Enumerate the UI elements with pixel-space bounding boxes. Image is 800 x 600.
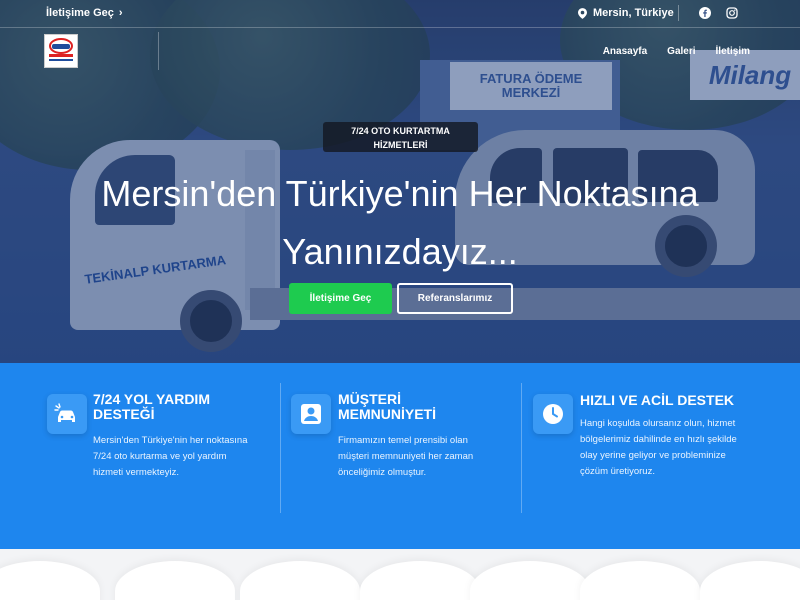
- hero-badge: 7/24 OTO KURTARTMA HİZMETLERİ: [323, 122, 478, 152]
- feature-text-line: müşteri memnuniyeti her zaman: [338, 451, 474, 462]
- nav-item-galeri[interactable]: Galeri: [667, 46, 695, 57]
- instagram-icon[interactable]: [726, 7, 738, 19]
- tow-truck-logo-icon: [49, 38, 73, 61]
- location: Mersin, Türkiye: [578, 7, 674, 19]
- hero-section: FATURA ÖDEME MERKEZİ Milang TEKİNALP KURT…: [0, 0, 800, 363]
- feature-fast-support: HIZLI VE ACİL DESTEK Hangi koşulda olurs…: [521, 363, 800, 549]
- clock-icon: [533, 394, 573, 434]
- feature-text-line: hizmeti vermekteyiz.: [93, 467, 180, 478]
- main-nav: Anasayfa Galeri İletişim: [603, 46, 750, 57]
- top-bar: İletişime Geç › Mersin, Türkiye: [0, 0, 800, 28]
- feature-title-line2: MEMNUNİYETİ: [338, 406, 436, 422]
- decorative-shape: [360, 561, 480, 600]
- top-contact-link[interactable]: İletişime Geç ›: [46, 7, 123, 19]
- decorative-shape: [240, 561, 360, 600]
- feature-text-line: çözüm üretiyoruz.: [580, 466, 655, 477]
- feature-text-line: Hangi koşulda olursanız olun, hizmet: [580, 418, 736, 429]
- decorative-shape: [700, 561, 800, 600]
- feature-text-line: Mersin'den Türkiye'nin her noktasına: [93, 435, 248, 446]
- hero-badge-line1: 7/24 OTO KURTARTMA: [351, 126, 450, 136]
- gallery-strip: [0, 549, 800, 600]
- feature-text-line: önceliğimiz olmuştur.: [338, 467, 427, 478]
- feature-title-line2: DESTEĞİ: [93, 406, 155, 422]
- feature-roadside-assistance: 7/24 YOL YARDIM DESTEĞİ Mersin'den Türki…: [0, 363, 280, 549]
- hero-headline-line2: Yanınızdayız...: [282, 231, 518, 272]
- top-contact-label: İletişime Geç: [46, 7, 114, 19]
- facebook-icon[interactable]: [699, 7, 711, 19]
- top-divider: [678, 5, 679, 21]
- feature-title-line1: MÜŞTERİ: [338, 391, 401, 407]
- hero-headline-line1: Mersin'den Türkiye'nin Her Noktasına: [101, 173, 699, 214]
- decorative-shape: [580, 561, 700, 600]
- nav-item-iletisim[interactable]: İletişim: [716, 46, 750, 57]
- references-button[interactable]: Referanslarımız: [397, 283, 513, 314]
- feature-text-line: Firmamızın temel prensibi olan: [338, 435, 468, 446]
- feature-customer-satisfaction: MÜŞTERİ MEMNUNİYETİ Firmamızın temel pre…: [280, 363, 521, 549]
- nav-item-anasayfa[interactable]: Anasayfa: [603, 46, 647, 57]
- hero-badge-line2: HİZMETLERİ: [373, 140, 428, 150]
- decorative-shape: [470, 561, 590, 600]
- car-crash-icon: [47, 394, 87, 434]
- decorative-shape: [115, 561, 235, 600]
- logo-divider: [158, 32, 159, 70]
- map-pin-icon: [578, 7, 587, 19]
- chevron-right-icon: ›: [118, 7, 123, 19]
- contact-button[interactable]: İletişime Geç: [289, 283, 392, 314]
- feature-text-line: olay yerine geliyor ve probleminize: [580, 450, 726, 461]
- feature-title-line1: HIZLI VE ACİL DESTEK: [580, 392, 735, 408]
- feature-title-line1: 7/24 YOL YARDIM: [93, 391, 210, 407]
- site-logo[interactable]: [44, 34, 78, 68]
- feature-text-line: 7/24 oto kurtarma ve yol yardım: [93, 451, 227, 462]
- features-section: 7/24 YOL YARDIM DESTEĞİ Mersin'den Türki…: [0, 363, 800, 549]
- decorative-shape: [0, 561, 100, 600]
- location-text: Mersin, Türkiye: [593, 7, 674, 19]
- feature-text-line: bölgelerimiz dahilinde en hızlı şekilde: [580, 434, 737, 445]
- hero-headline: Mersin'den Türkiye'nin Her Noktasına Yan…: [0, 165, 800, 281]
- user-icon: [291, 394, 331, 434]
